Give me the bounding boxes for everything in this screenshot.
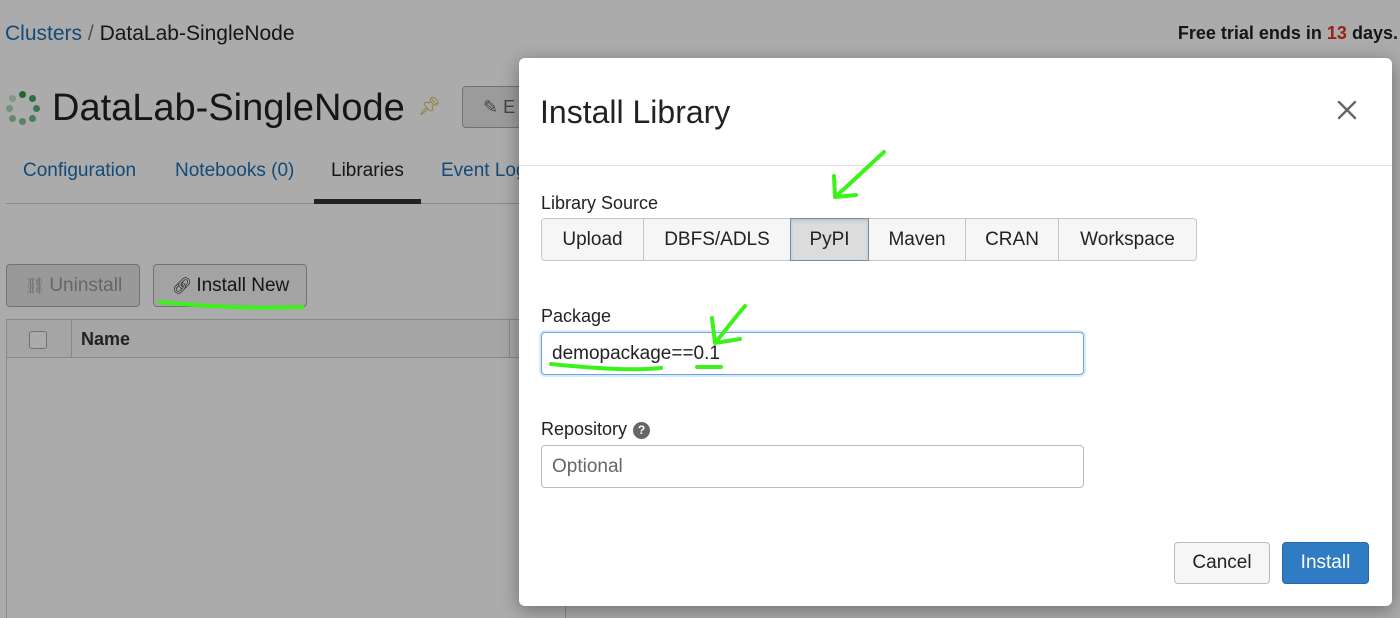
library-source-selector: Upload DBFS/ADLS PyPI Maven CRAN Workspa…: [541, 218, 1197, 261]
repository-label: Repository?: [541, 419, 651, 440]
close-icon[interactable]: [1335, 98, 1359, 122]
help-icon[interactable]: ?: [633, 422, 651, 439]
install-button[interactable]: Install: [1282, 542, 1369, 584]
source-upload-option[interactable]: Upload: [541, 218, 644, 261]
source-dbfs-adls-option[interactable]: DBFS/ADLS: [643, 218, 791, 261]
modal-title: Install Library: [540, 94, 731, 130]
source-pypi-option[interactable]: PyPI: [790, 218, 869, 261]
package-label: Package: [541, 306, 612, 326]
package-input[interactable]: [541, 332, 1084, 375]
library-source-label: Library Source: [541, 193, 659, 213]
modal-header: Install Library: [519, 58, 1392, 166]
source-cran-option[interactable]: CRAN: [965, 218, 1059, 261]
repository-input[interactable]: [541, 445, 1084, 488]
source-workspace-option[interactable]: Workspace: [1058, 218, 1197, 261]
repository-label-text: Repository: [541, 419, 628, 439]
install-library-modal: Install Library Library Source Upload DB…: [519, 58, 1392, 606]
source-maven-option[interactable]: Maven: [868, 218, 966, 261]
cancel-button[interactable]: Cancel: [1174, 542, 1270, 584]
